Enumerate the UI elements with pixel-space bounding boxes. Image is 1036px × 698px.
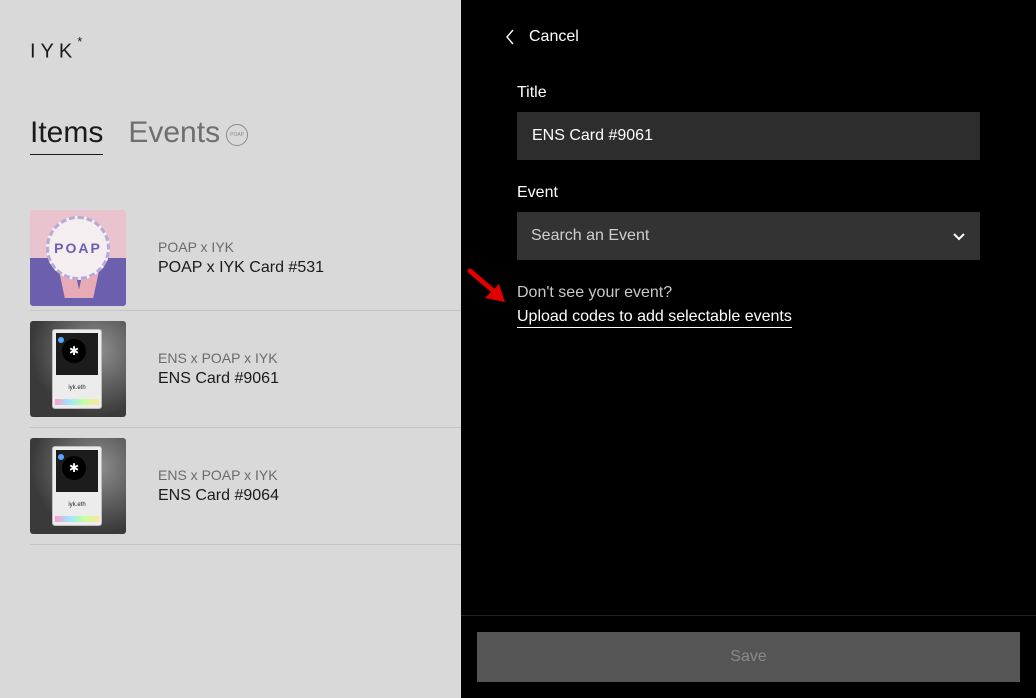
item-list: POAP POAP x IYK POAP x IYK Card #531 ✱ i… [30,206,461,545]
edit-item-panel: Cancel Title Event Search an Event Don't… [461,0,1036,698]
item-list-pane: IYK* Items Events POAP POAP POAP x IYK P… [0,0,461,698]
status-dot-icon [58,337,64,343]
tab-events[interactable]: Events [128,116,220,154]
holo-strip [55,516,99,522]
cancel-button[interactable]: Cancel [505,28,579,46]
list-item[interactable]: POAP POAP x IYK POAP x IYK Card #531 [30,206,461,311]
item-brand: ENS x POAP x IYK [158,350,278,366]
logo-asterisk: * [77,34,83,49]
event-label: Event [517,184,558,201]
upload-codes-link[interactable]: Upload codes to add selectable events [517,308,792,328]
item-thumbnail: ✱ iyk.eth [30,321,126,417]
missing-event-hint: Don't see your event? [517,284,673,301]
item-name: ENS Card #9064 [158,487,279,504]
tab-items[interactable]: Items [30,116,104,155]
holo-strip [55,399,99,405]
item-brand: POAP x IYK [158,239,234,255]
item-thumbnail: ✱ iyk.eth [30,438,126,534]
item-name: POAP x IYK Card #531 [158,259,325,276]
chevron-left-icon [506,29,514,45]
status-dot-icon [58,454,64,460]
item-meta: ENS x POAP x IYK ENS Card #9061 [158,350,279,388]
card-label: iyk.eth [68,385,86,391]
event-select[interactable]: Search an Event [517,212,980,260]
title-label: Title [517,84,547,101]
save-button[interactable]: Save [477,632,1020,682]
item-name: ENS Card #9061 [158,370,279,387]
card-label: iyk.eth [68,502,86,508]
poap-seal-icon: POAP [46,216,110,280]
title-input[interactable] [517,112,980,160]
asterisk-icon: ✱ [62,456,86,480]
cancel-label: Cancel [529,28,579,45]
iyk-logo[interactable]: IYK* [30,34,82,64]
chevron-down-icon [953,233,965,241]
annotation-arrow-icon [467,268,505,302]
tab-bar: Items Events POAP [30,116,249,155]
logo-text: IYK [30,40,78,63]
list-item[interactable]: ✱ iyk.eth ENS x POAP x IYK ENS Card #906… [30,311,461,428]
footer-divider [461,615,1036,616]
item-meta: ENS x POAP x IYK ENS Card #9064 [158,467,279,505]
item-brand: ENS x POAP x IYK [158,467,278,483]
asterisk-icon: ✱ [62,339,86,363]
item-meta: POAP x IYK POAP x IYK Card #531 [158,239,324,277]
event-placeholder: Search an Event [531,227,650,244]
list-item[interactable]: ✱ iyk.eth ENS x POAP x IYK ENS Card #906… [30,428,461,545]
poap-badge-icon: POAP [226,124,249,146]
item-thumbnail: POAP [30,210,126,306]
